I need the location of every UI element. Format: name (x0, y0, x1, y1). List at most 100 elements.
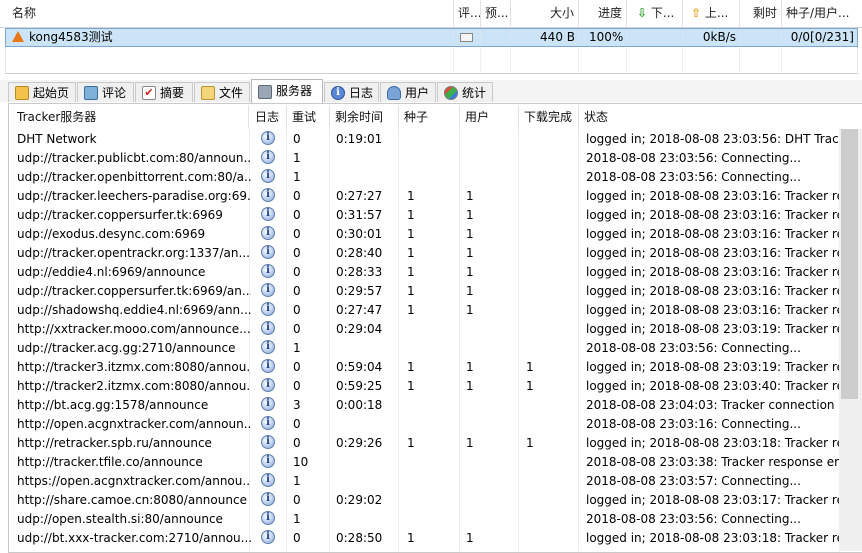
col-download[interactable]: ⇩ 下... (627, 0, 683, 27)
tracker-row[interactable]: udp://eddie4.nl:6969/announce 0 0:28:33 1 1 l… (9, 263, 839, 282)
tracker-row[interactable]: udp://tracker.publicbt.com:80/announ... 1… (9, 149, 839, 168)
col-remaining[interactable]: 剩余时间 (331, 105, 399, 129)
tracker-seeds (407, 453, 463, 472)
col-seeds[interactable]: 种子 (400, 105, 460, 129)
tracker-seeds: 1 (407, 246, 415, 260)
info-icon[interactable]: i (261, 131, 275, 145)
tab-home[interactable]: 起始页 (8, 82, 76, 102)
info-icon[interactable]: i (261, 530, 275, 544)
tracker-row[interactable]: udp://tracker.coppersurfer.tk:6969 0 0:31:… (9, 206, 839, 225)
tracker-seeds (407, 396, 463, 415)
tab-files[interactable]: 文件 (194, 82, 250, 102)
stats-icon (444, 86, 458, 100)
tracker-row[interactable]: udp://exodus.desync.com:6969 0 0:30:01 1 1 lo… (9, 225, 839, 244)
col-retry[interactable]: 重试 (288, 105, 330, 129)
col-status[interactable]: 状态 (580, 105, 839, 129)
col-preview[interactable]: 预... (481, 0, 511, 27)
tracker-row[interactable]: http://open.acgnxtracker.com/announ... 0 2… (9, 415, 839, 434)
info-icon[interactable]: i (261, 226, 275, 240)
tracker-retry: 1 (293, 474, 301, 488)
tracker-retry: 0 (293, 360, 301, 374)
tracker-url: http://open.acgnxtracker.com/announ... (17, 417, 251, 431)
col-rating[interactable]: 评... (454, 0, 481, 27)
tracker-status: logged in; 2018-08-08 23:03:16: Tracker … (586, 208, 839, 222)
tracker-row[interactable]: http://tracker3.itzmx.com:8080/annou... 0… (9, 358, 839, 377)
tracker-row[interactable]: udp://tracker.coppersurfer.tk:6969/an...… (9, 282, 839, 301)
grid-line (510, 48, 511, 73)
col-upload[interactable]: ⇧ 上... (683, 0, 740, 27)
info-icon[interactable]: i (261, 169, 275, 183)
col-users[interactable]: 用户 (461, 105, 519, 129)
summary-icon: ✔ (142, 86, 156, 100)
tracker-row[interactable]: http://share.camoe.cn:8080/announce 0 0:29… (9, 491, 839, 510)
tab-stats[interactable]: 统计 (437, 82, 493, 102)
info-icon[interactable]: i (261, 340, 275, 354)
col-seeds-peers[interactable]: 种子/用户... (782, 0, 862, 27)
col-tracker[interactable]: Tracker服务器 (13, 105, 249, 129)
tab-users[interactable]: 用户 (380, 82, 436, 102)
torrent-row[interactable]: kong4583测试 440 B 100% 0kB/s 0/0[0/231] (5, 28, 858, 47)
torrent-size: 440 B (511, 29, 579, 46)
info-icon[interactable]: i (261, 416, 275, 430)
info-icon[interactable]: i (261, 207, 275, 221)
tracker-url: udp://bt.xxx-tracker.com:2710/annou... (17, 531, 251, 545)
info-icon[interactable]: i (261, 321, 275, 335)
col-log[interactable]: 日志 (251, 105, 287, 129)
tracker-remaining (336, 168, 402, 187)
info-icon[interactable]: i (261, 302, 275, 316)
tab-servers[interactable]: 服务器 (251, 79, 323, 103)
tracker-row[interactable]: udp://tracker.opentrackr.org:1337/an... 0… (9, 244, 839, 263)
tracker-row[interactable]: udp://tracker.openbittorrent.com:80/a...… (9, 168, 839, 187)
tracker-users: 1 (466, 227, 474, 241)
col-name[interactable]: 名称 (8, 0, 454, 27)
info-icon[interactable]: i (261, 264, 275, 278)
torrent-state-icon (12, 31, 24, 42)
tracker-url: udp://eddie4.nl:6969/announce (17, 265, 206, 279)
info-icon[interactable]: i (261, 378, 275, 392)
tracker-completed (526, 130, 582, 149)
tracker-status: 2018-08-08 23:03:57: Connecting... (586, 474, 801, 488)
tracker-row[interactable]: http://retracker.spb.ru/announce 0 0:29:26… (9, 434, 839, 453)
info-icon[interactable]: i (261, 359, 275, 373)
tab-summary[interactable]: ✔ 摘要 (135, 82, 193, 102)
tracker-remaining (336, 339, 402, 358)
tracker-status: logged in; 2018-08-08 23:03:56: DHT Trac… (586, 132, 839, 146)
info-icon[interactable]: i (261, 435, 275, 449)
info-icon[interactable]: i (261, 473, 275, 487)
tracker-row[interactable]: http://tracker2.itzmx.com:8080/annou... 0… (9, 377, 839, 396)
tab-comments[interactable]: 评论 (77, 82, 134, 102)
tracker-completed (526, 529, 582, 548)
tracker-row[interactable]: udp://bt.xxx-tracker.com:2710/annou... 0 0… (9, 529, 839, 548)
tracker-row[interactable]: udp://tracker.acg.gg:2710/announce 1 2018-… (9, 339, 839, 358)
tracker-row[interactable]: udp://tracker.leechers-paradise.org:69..… (9, 187, 839, 206)
tracker-row[interactable]: https://open.acgnxtracker.com/annou... 1 2… (9, 472, 839, 491)
info-icon[interactable]: i (261, 454, 275, 468)
tracker-row[interactable]: http://xxtracker.mooo.com/announce.... 0 0… (9, 320, 839, 339)
info-icon[interactable]: i (261, 150, 275, 164)
info-icon[interactable]: i (261, 188, 275, 202)
info-icon[interactable]: i (261, 511, 275, 525)
tracker-row[interactable]: http://tracker.tfile.co/announce 10 2018-0… (9, 453, 839, 472)
tracker-row[interactable]: udp://shadowshq.eddie4.nl:6969/ann... 0 0:… (9, 301, 839, 320)
tracker-url: http://tracker3.itzmx.com:8080/annou... (17, 360, 251, 374)
tracker-completed (526, 263, 582, 282)
col-size[interactable]: 大小 (511, 0, 579, 27)
info-icon[interactable]: i (261, 492, 275, 506)
col-eta[interactable]: 剩时 (740, 0, 782, 27)
tracker-status: logged in; 2018-08-08 23:03:16: Tracker … (586, 265, 839, 279)
tracker-seeds (407, 415, 463, 434)
info-icon[interactable]: i (261, 397, 275, 411)
col-progress[interactable]: 进度 (579, 0, 627, 27)
tracker-row[interactable]: udp://open.stealth.si:80/announce 1 2018-0… (9, 510, 839, 529)
tracker-row[interactable]: http://bt.acg.gg:1578/announce 3 0:00:18 20… (9, 396, 839, 415)
tracker-status: logged in; 2018-08-08 23:03:16: Tracker … (586, 227, 839, 241)
info-icon[interactable]: i (261, 283, 275, 297)
tracker-row[interactable]: DHT Network 0 0:19:01 logged in; 2018-08-08… (9, 130, 839, 149)
tab-log[interactable]: i 日志 (324, 82, 379, 102)
tracker-completed (526, 339, 582, 358)
tracker-url: https://open.acgnxtracker.com/annou... (17, 474, 251, 488)
scrollbar-thumb[interactable] (841, 129, 858, 399)
info-icon[interactable]: i (261, 245, 275, 259)
tracker-users: 1 (466, 265, 474, 279)
col-completed[interactable]: 下载完成 (520, 105, 579, 129)
